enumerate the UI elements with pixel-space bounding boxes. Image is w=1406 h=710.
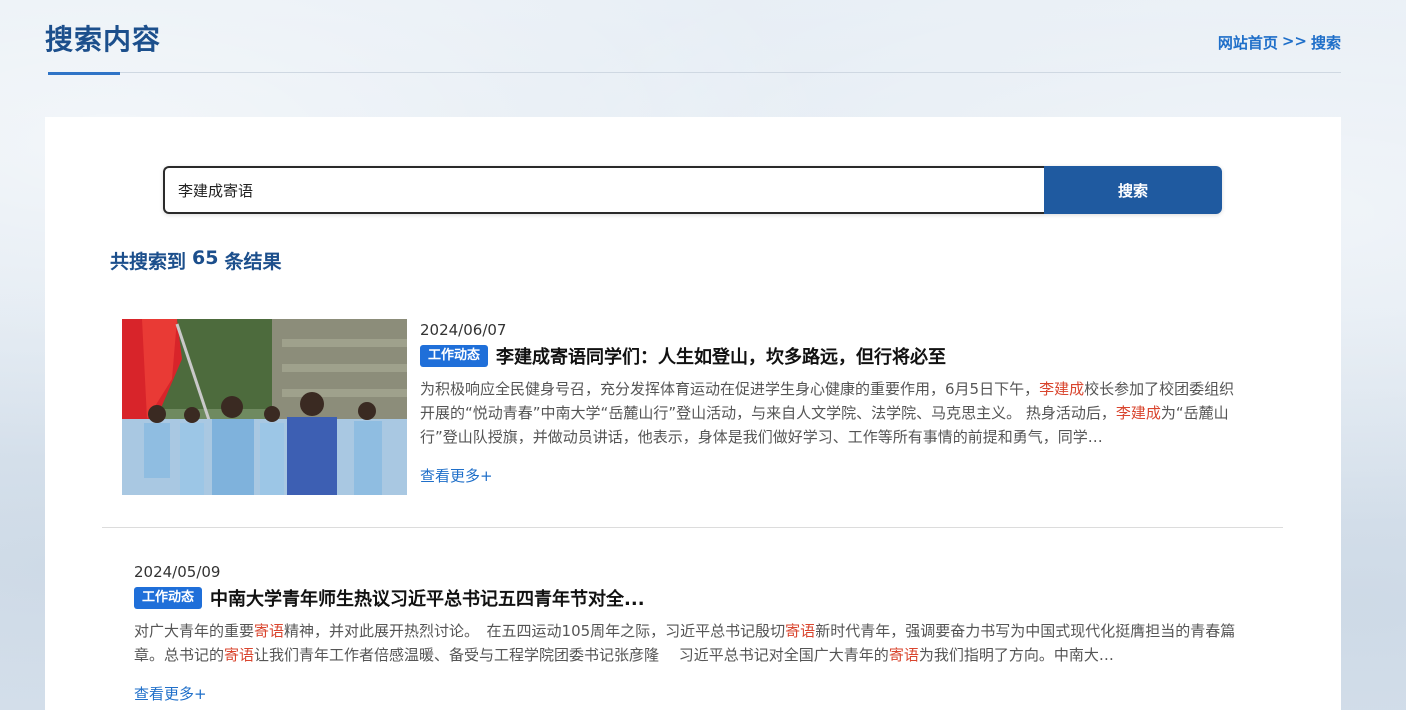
search-bar: 搜索 — [163, 166, 1222, 214]
read-more-link[interactable]: 查看更多+ — [134, 683, 207, 704]
result-body: 2024/06/07 工作动态 李建成寄语同学们：人生如登山，坎多路远，但行将必… — [420, 319, 1245, 486]
breadcrumb-home-link[interactable]: 网站首页 — [1218, 32, 1278, 53]
results-divider — [102, 527, 1283, 528]
result-count-number: 65 — [192, 247, 219, 269]
result-title-row: 工作动态 李建成寄语同学们：人生如登山，坎多路远，但行将必至 — [420, 343, 1245, 369]
summary-text: 让我们青年工作者倍感温暖、备受与工程学院团委书记张彦隆 习近平总书记对全国广大青… — [254, 646, 889, 664]
result-body: 2024/05/09 工作动态 中南大学青年师生热议习近平总书记五四青年节对全.… — [134, 561, 1254, 704]
result-thumbnail[interactable] — [122, 319, 407, 495]
result-title[interactable]: 李建成寄语同学们：人生如登山，坎多路远，但行将必至 — [496, 343, 946, 369]
title-underline — [48, 72, 120, 75]
read-more-link[interactable]: 查看更多+ — [420, 465, 493, 486]
summary-highlight: 李建成 — [1115, 404, 1161, 422]
breadcrumb: 网站首页 >> 搜索 — [1218, 32, 1341, 53]
summary-highlight: 寄语 — [254, 622, 285, 640]
search-input[interactable] — [163, 166, 1044, 214]
result-date: 2024/05/09 — [134, 563, 221, 581]
result-count-prefix: 共搜索到 — [110, 251, 187, 273]
summary-text: 精神，并对此展开热烈讨论。 在五四运动105周年之际，习近平总书记殷切 — [284, 622, 786, 640]
summary-text: 为我们指明了方向。中南大… — [918, 646, 1114, 664]
page-title: 搜索内容 — [45, 23, 162, 56]
summary-highlight: 寄语 — [224, 646, 255, 664]
breadcrumb-separator: >> — [1281, 32, 1307, 50]
summary-highlight: 寄语 — [785, 622, 816, 640]
search-results-panel: 搜索 共搜索到 65 条结果 — [45, 117, 1341, 710]
result-category-tag[interactable]: 工作动态 — [420, 345, 489, 367]
result-date: 2024/06/07 — [420, 321, 507, 339]
result-count: 共搜索到 65 条结果 — [110, 247, 281, 274]
result-category-tag[interactable]: 工作动态 — [134, 587, 203, 609]
result-title-row: 工作动态 中南大学青年师生热议习近平总书记五四青年节对全... — [134, 585, 1254, 611]
summary-text: 对广大青年的重要 — [134, 622, 255, 640]
summary-highlight: 寄语 — [888, 646, 919, 664]
result-count-suffix: 条结果 — [224, 251, 282, 273]
result-summary: 为积极响应全民健身号召，充分发挥体育运动在促进学生身心健康的重要作用，6月5日下… — [420, 377, 1245, 449]
breadcrumb-current[interactable]: 搜索 — [1311, 32, 1341, 53]
result-title[interactable]: 中南大学青年师生热议习近平总书记五四青年节对全... — [210, 585, 645, 611]
search-button[interactable]: 搜索 — [1044, 166, 1222, 214]
header-divider — [120, 72, 1341, 73]
photo-image — [122, 319, 407, 495]
summary-text: 为积极响应全民健身号召，充分发挥体育运动在促进学生身心健康的重要作用，6月5日下… — [420, 380, 1040, 398]
summary-highlight: 李建成 — [1039, 380, 1085, 398]
result-summary: 对广大青年的重要寄语精神，并对此展开热烈讨论。 在五四运动105周年之际，习近平… — [134, 619, 1254, 667]
page-header: 搜索内容 网站首页 >> 搜索 — [45, 0, 1341, 76]
